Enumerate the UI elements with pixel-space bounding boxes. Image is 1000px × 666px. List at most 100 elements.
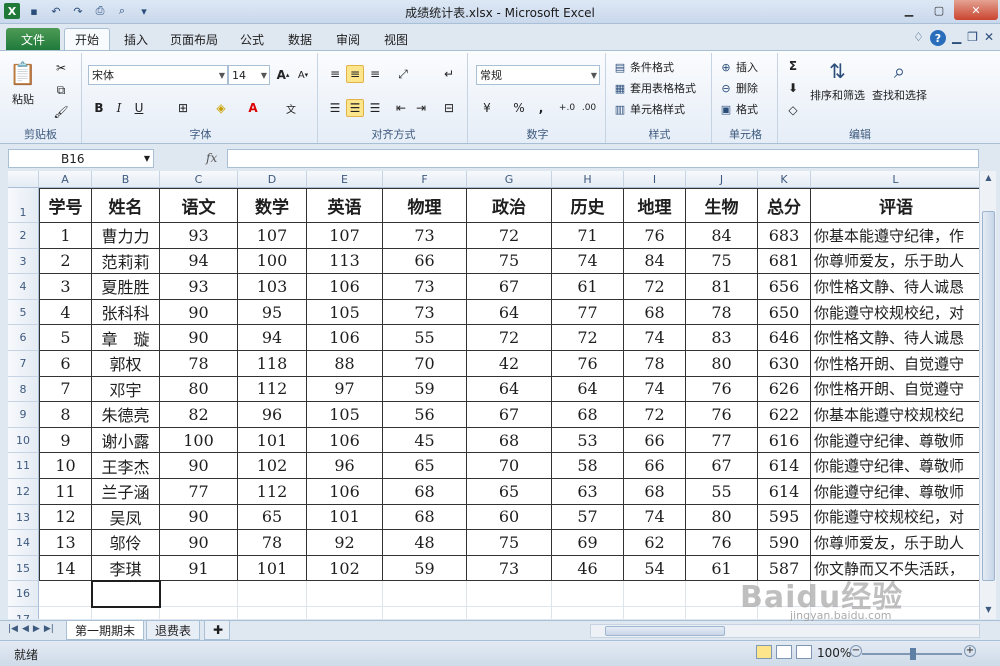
- column-header-K[interactable]: K: [758, 171, 811, 188]
- close-button[interactable]: ✕: [954, 0, 998, 20]
- empty-cell[interactable]: [811, 607, 979, 619]
- table-cell[interactable]: 92: [307, 530, 383, 556]
- table-cell[interactable]: 74: [624, 376, 686, 403]
- paste-button[interactable]: 📋 粘贴: [9, 59, 36, 107]
- table-cell[interactable]: 90: [160, 453, 238, 479]
- table-cell[interactable]: 65: [238, 504, 307, 531]
- table-cell[interactable]: 13: [39, 530, 92, 556]
- table-cell[interactable]: 90: [160, 299, 238, 326]
- align-center-icon[interactable]: ☰: [346, 99, 364, 117]
- table-cell[interactable]: 76: [686, 402, 758, 428]
- table-cell[interactable]: 614: [758, 453, 811, 479]
- copy-icon[interactable]: ⧉: [52, 81, 70, 99]
- table-cell[interactable]: 112: [238, 479, 307, 505]
- table-cell[interactable]: 1: [39, 223, 92, 249]
- table-cell[interactable]: 656: [758, 274, 811, 300]
- table-cell[interactable]: 范莉莉: [92, 248, 160, 275]
- table-cell[interactable]: 70: [383, 351, 467, 377]
- header-cell[interactable]: 语文: [160, 188, 238, 223]
- table-cell[interactable]: 68: [624, 299, 686, 326]
- table-cell[interactable]: 72: [624, 402, 686, 428]
- table-cell[interactable]: 64: [552, 376, 624, 403]
- table-cell[interactable]: 681: [758, 248, 811, 275]
- table-cell[interactable]: 113: [307, 248, 383, 275]
- row-header-6[interactable]: 6: [8, 325, 39, 351]
- tab-file[interactable]: 文件: [6, 28, 60, 50]
- tab-home[interactable]: 开始: [64, 28, 110, 50]
- table-cell[interactable]: 78: [686, 299, 758, 326]
- sheet-tab-2[interactable]: 退费表: [146, 621, 201, 640]
- table-cell[interactable]: 邓宇: [92, 376, 160, 403]
- table-cell[interactable]: 77: [686, 427, 758, 454]
- table-cell[interactable]: 90: [160, 504, 238, 531]
- formula-input[interactable]: [227, 149, 979, 168]
- table-cell[interactable]: 曹力力: [92, 223, 160, 249]
- normal-view-icon[interactable]: [756, 645, 772, 659]
- table-cell[interactable]: 63: [552, 479, 624, 505]
- table-cell[interactable]: 112: [238, 376, 307, 403]
- table-cell[interactable]: 14: [39, 555, 92, 582]
- column-header-H[interactable]: H: [552, 171, 624, 188]
- table-cell[interactable]: 80: [686, 504, 758, 531]
- row-header-10[interactable]: 10: [8, 427, 39, 454]
- header-cell[interactable]: 数学: [238, 188, 307, 223]
- empty-cell[interactable]: [686, 607, 758, 619]
- table-cell[interactable]: 55: [383, 325, 467, 351]
- format-cells-button[interactable]: ▣ 格式: [718, 101, 758, 117]
- table-cell[interactable]: 106: [307, 325, 383, 351]
- table-cell[interactable]: 68: [383, 479, 467, 505]
- table-cell[interactable]: 106: [307, 274, 383, 300]
- last-sheet-icon[interactable]: ▶|: [44, 624, 54, 634]
- table-cell[interactable]: 72: [624, 274, 686, 300]
- row-header-3[interactable]: 3: [8, 248, 39, 275]
- comment-cell[interactable]: 你文静而又不失活跃，: [811, 556, 979, 582]
- empty-cell[interactable]: [552, 581, 624, 607]
- table-cell[interactable]: 66: [624, 453, 686, 479]
- name-box[interactable]: B16 ▼: [8, 149, 154, 168]
- spreadsheet-grid[interactable]: ABCDEFGHIJKL1234567891011121314151617学号姓…: [8, 171, 979, 619]
- row-header-17[interactable]: 17: [8, 607, 39, 619]
- table-cell[interactable]: 101: [238, 555, 307, 582]
- fill-icon[interactable]: ⬇: [784, 79, 802, 97]
- table-cell[interactable]: 590: [758, 530, 811, 556]
- clear-icon[interactable]: ◇: [784, 101, 802, 119]
- column-header-G[interactable]: G: [467, 171, 552, 188]
- row-header-15[interactable]: 15: [8, 555, 39, 582]
- table-cell[interactable]: 80: [686, 351, 758, 377]
- row-header-14[interactable]: 14: [8, 530, 39, 556]
- column-header-L[interactable]: L: [811, 171, 979, 188]
- increase-indent-icon[interactable]: ⇥: [412, 99, 430, 117]
- row-header-8[interactable]: 8: [8, 376, 39, 403]
- comment-cell[interactable]: 你性格文静、待人诚恳: [811, 274, 979, 300]
- align-right-icon[interactable]: ☰: [366, 99, 384, 117]
- empty-cell[interactable]: [758, 607, 811, 619]
- table-cell[interactable]: 2: [39, 248, 92, 275]
- empty-cell[interactable]: [160, 607, 238, 619]
- minimize-ribbon-icon[interactable]: ♢: [913, 30, 924, 46]
- row-header-7[interactable]: 7: [8, 351, 39, 377]
- table-cell[interactable]: 42: [467, 351, 552, 377]
- table-cell[interactable]: 78: [238, 530, 307, 556]
- vertical-scrollbar[interactable]: ▲ ▼: [979, 171, 996, 619]
- align-bottom-icon[interactable]: ≡: [366, 65, 384, 83]
- comment-cell[interactable]: 你基本能遵守纪律，作: [811, 223, 979, 249]
- table-cell[interactable]: 64: [467, 299, 552, 326]
- table-cell[interactable]: 61: [686, 555, 758, 582]
- table-cell[interactable]: 76: [686, 376, 758, 403]
- column-header-B[interactable]: B: [92, 171, 160, 188]
- scroll-up-icon[interactable]: ▲: [983, 173, 994, 185]
- empty-cell[interactable]: [307, 607, 383, 619]
- prev-sheet-icon[interactable]: ◀: [22, 624, 29, 634]
- table-cell[interactable]: 68: [467, 427, 552, 454]
- table-cell[interactable]: 64: [467, 376, 552, 403]
- zoom-level[interactable]: 100%: [817, 646, 851, 660]
- empty-cell[interactable]: [307, 581, 383, 607]
- doc-minimize-icon[interactable]: ▁: [952, 30, 961, 46]
- table-cell[interactable]: 101: [238, 427, 307, 454]
- table-cell[interactable]: 77: [552, 299, 624, 326]
- tab-view[interactable]: 视图: [378, 28, 414, 50]
- row-header-2[interactable]: 2: [8, 223, 39, 249]
- maximize-button[interactable]: ▢: [924, 0, 954, 20]
- empty-cell[interactable]: [686, 581, 758, 607]
- accounting-format-icon[interactable]: ¥: [478, 99, 496, 117]
